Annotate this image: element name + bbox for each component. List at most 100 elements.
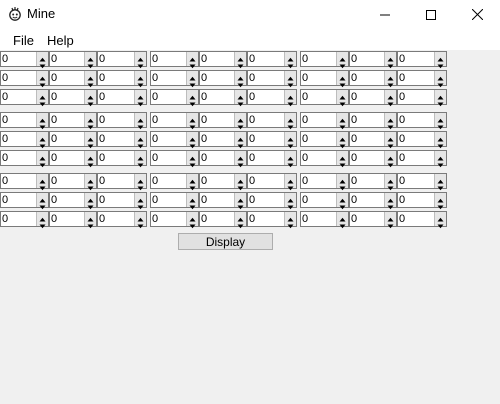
number-spinbox[interactable]	[247, 173, 297, 191]
spin-up-button[interactable]	[435, 90, 446, 100]
spin-up-button[interactable]	[135, 151, 146, 161]
spin-up-button[interactable]	[235, 132, 246, 142]
number-spinbox[interactable]	[199, 70, 247, 88]
number-input[interactable]	[351, 90, 384, 104]
number-input[interactable]	[201, 212, 234, 226]
spin-down-button[interactable]	[435, 78, 446, 88]
spin-up-button[interactable]	[385, 193, 396, 203]
spin-down-button[interactable]	[37, 219, 48, 229]
number-spinbox[interactable]	[49, 51, 97, 69]
spin-up-button[interactable]	[235, 151, 246, 161]
spin-down-button[interactable]	[85, 200, 96, 210]
spin-down-button[interactable]	[435, 97, 446, 107]
number-input[interactable]	[201, 113, 234, 127]
number-spinbox[interactable]	[199, 131, 247, 149]
spin-down-button[interactable]	[435, 158, 446, 168]
spin-up-button[interactable]	[135, 52, 146, 62]
number-spinbox[interactable]	[247, 89, 297, 107]
number-spinbox[interactable]	[199, 112, 247, 130]
spin-up-button[interactable]	[385, 90, 396, 100]
number-input[interactable]	[2, 90, 36, 104]
spin-up-button[interactable]	[187, 151, 198, 161]
spin-up-button[interactable]	[135, 193, 146, 203]
number-spinbox[interactable]	[397, 131, 447, 149]
number-spinbox[interactable]	[397, 173, 447, 191]
spin-up-button[interactable]	[187, 174, 198, 184]
spin-up-button[interactable]	[37, 212, 48, 222]
spin-up-button[interactable]	[337, 174, 348, 184]
number-spinbox[interactable]	[300, 131, 349, 149]
number-spinbox[interactable]	[150, 70, 199, 88]
number-input[interactable]	[249, 113, 284, 127]
number-input[interactable]	[302, 90, 336, 104]
spin-up-button[interactable]	[337, 193, 348, 203]
spin-down-button[interactable]	[285, 181, 296, 191]
number-input[interactable]	[302, 52, 336, 66]
spin-down-button[interactable]	[85, 97, 96, 107]
number-input[interactable]	[99, 151, 134, 165]
spin-up-button[interactable]	[85, 132, 96, 142]
spin-up-button[interactable]	[435, 132, 446, 142]
spin-down-button[interactable]	[235, 59, 246, 69]
spin-up-button[interactable]	[285, 71, 296, 81]
number-input[interactable]	[99, 132, 134, 146]
spin-up-button[interactable]	[337, 71, 348, 81]
number-input[interactable]	[302, 132, 336, 146]
number-input[interactable]	[399, 113, 434, 127]
number-spinbox[interactable]	[150, 192, 199, 210]
spin-up-button[interactable]	[187, 132, 198, 142]
number-spinbox[interactable]	[97, 211, 147, 229]
spin-up-button[interactable]	[235, 113, 246, 123]
number-spinbox[interactable]	[349, 89, 397, 107]
spin-up-button[interactable]	[285, 52, 296, 62]
spin-up-button[interactable]	[385, 113, 396, 123]
number-input[interactable]	[2, 52, 36, 66]
number-spinbox[interactable]	[150, 131, 199, 149]
spin-down-button[interactable]	[85, 219, 96, 229]
number-input[interactable]	[152, 174, 186, 188]
spin-down-button[interactable]	[337, 200, 348, 210]
number-spinbox[interactable]	[247, 112, 297, 130]
number-input[interactable]	[2, 113, 36, 127]
spin-down-button[interactable]	[435, 219, 446, 229]
spin-up-button[interactable]	[187, 90, 198, 100]
number-spinbox[interactable]	[349, 192, 397, 210]
spin-up-button[interactable]	[235, 90, 246, 100]
number-spinbox[interactable]	[97, 70, 147, 88]
number-spinbox[interactable]	[349, 173, 397, 191]
spin-up-button[interactable]	[235, 174, 246, 184]
spin-down-button[interactable]	[285, 158, 296, 168]
spin-up-button[interactable]	[85, 71, 96, 81]
spin-up-button[interactable]	[285, 113, 296, 123]
spin-down-button[interactable]	[135, 139, 146, 149]
spin-up-button[interactable]	[37, 71, 48, 81]
number-input[interactable]	[51, 151, 84, 165]
spin-down-button[interactable]	[37, 59, 48, 69]
spin-down-button[interactable]	[385, 139, 396, 149]
spin-down-button[interactable]	[37, 97, 48, 107]
spin-down-button[interactable]	[135, 59, 146, 69]
number-spinbox[interactable]	[97, 192, 147, 210]
spin-down-button[interactable]	[385, 158, 396, 168]
spin-down-button[interactable]	[85, 59, 96, 69]
menu-file[interactable]: File	[13, 33, 34, 48]
spin-up-button[interactable]	[187, 113, 198, 123]
number-spinbox[interactable]	[97, 173, 147, 191]
spin-up-button[interactable]	[135, 212, 146, 222]
number-input[interactable]	[302, 212, 336, 226]
number-input[interactable]	[302, 174, 336, 188]
number-spinbox[interactable]	[49, 131, 97, 149]
spin-down-button[interactable]	[187, 158, 198, 168]
number-input[interactable]	[99, 90, 134, 104]
number-input[interactable]	[399, 193, 434, 207]
spin-up-button[interactable]	[235, 52, 246, 62]
spin-up-button[interactable]	[435, 193, 446, 203]
number-spinbox[interactable]	[0, 211, 49, 229]
maximize-button[interactable]	[408, 0, 454, 29]
number-input[interactable]	[152, 212, 186, 226]
number-spinbox[interactable]	[397, 192, 447, 210]
spin-down-button[interactable]	[235, 219, 246, 229]
spin-up-button[interactable]	[435, 71, 446, 81]
spin-down-button[interactable]	[37, 200, 48, 210]
number-spinbox[interactable]	[349, 70, 397, 88]
